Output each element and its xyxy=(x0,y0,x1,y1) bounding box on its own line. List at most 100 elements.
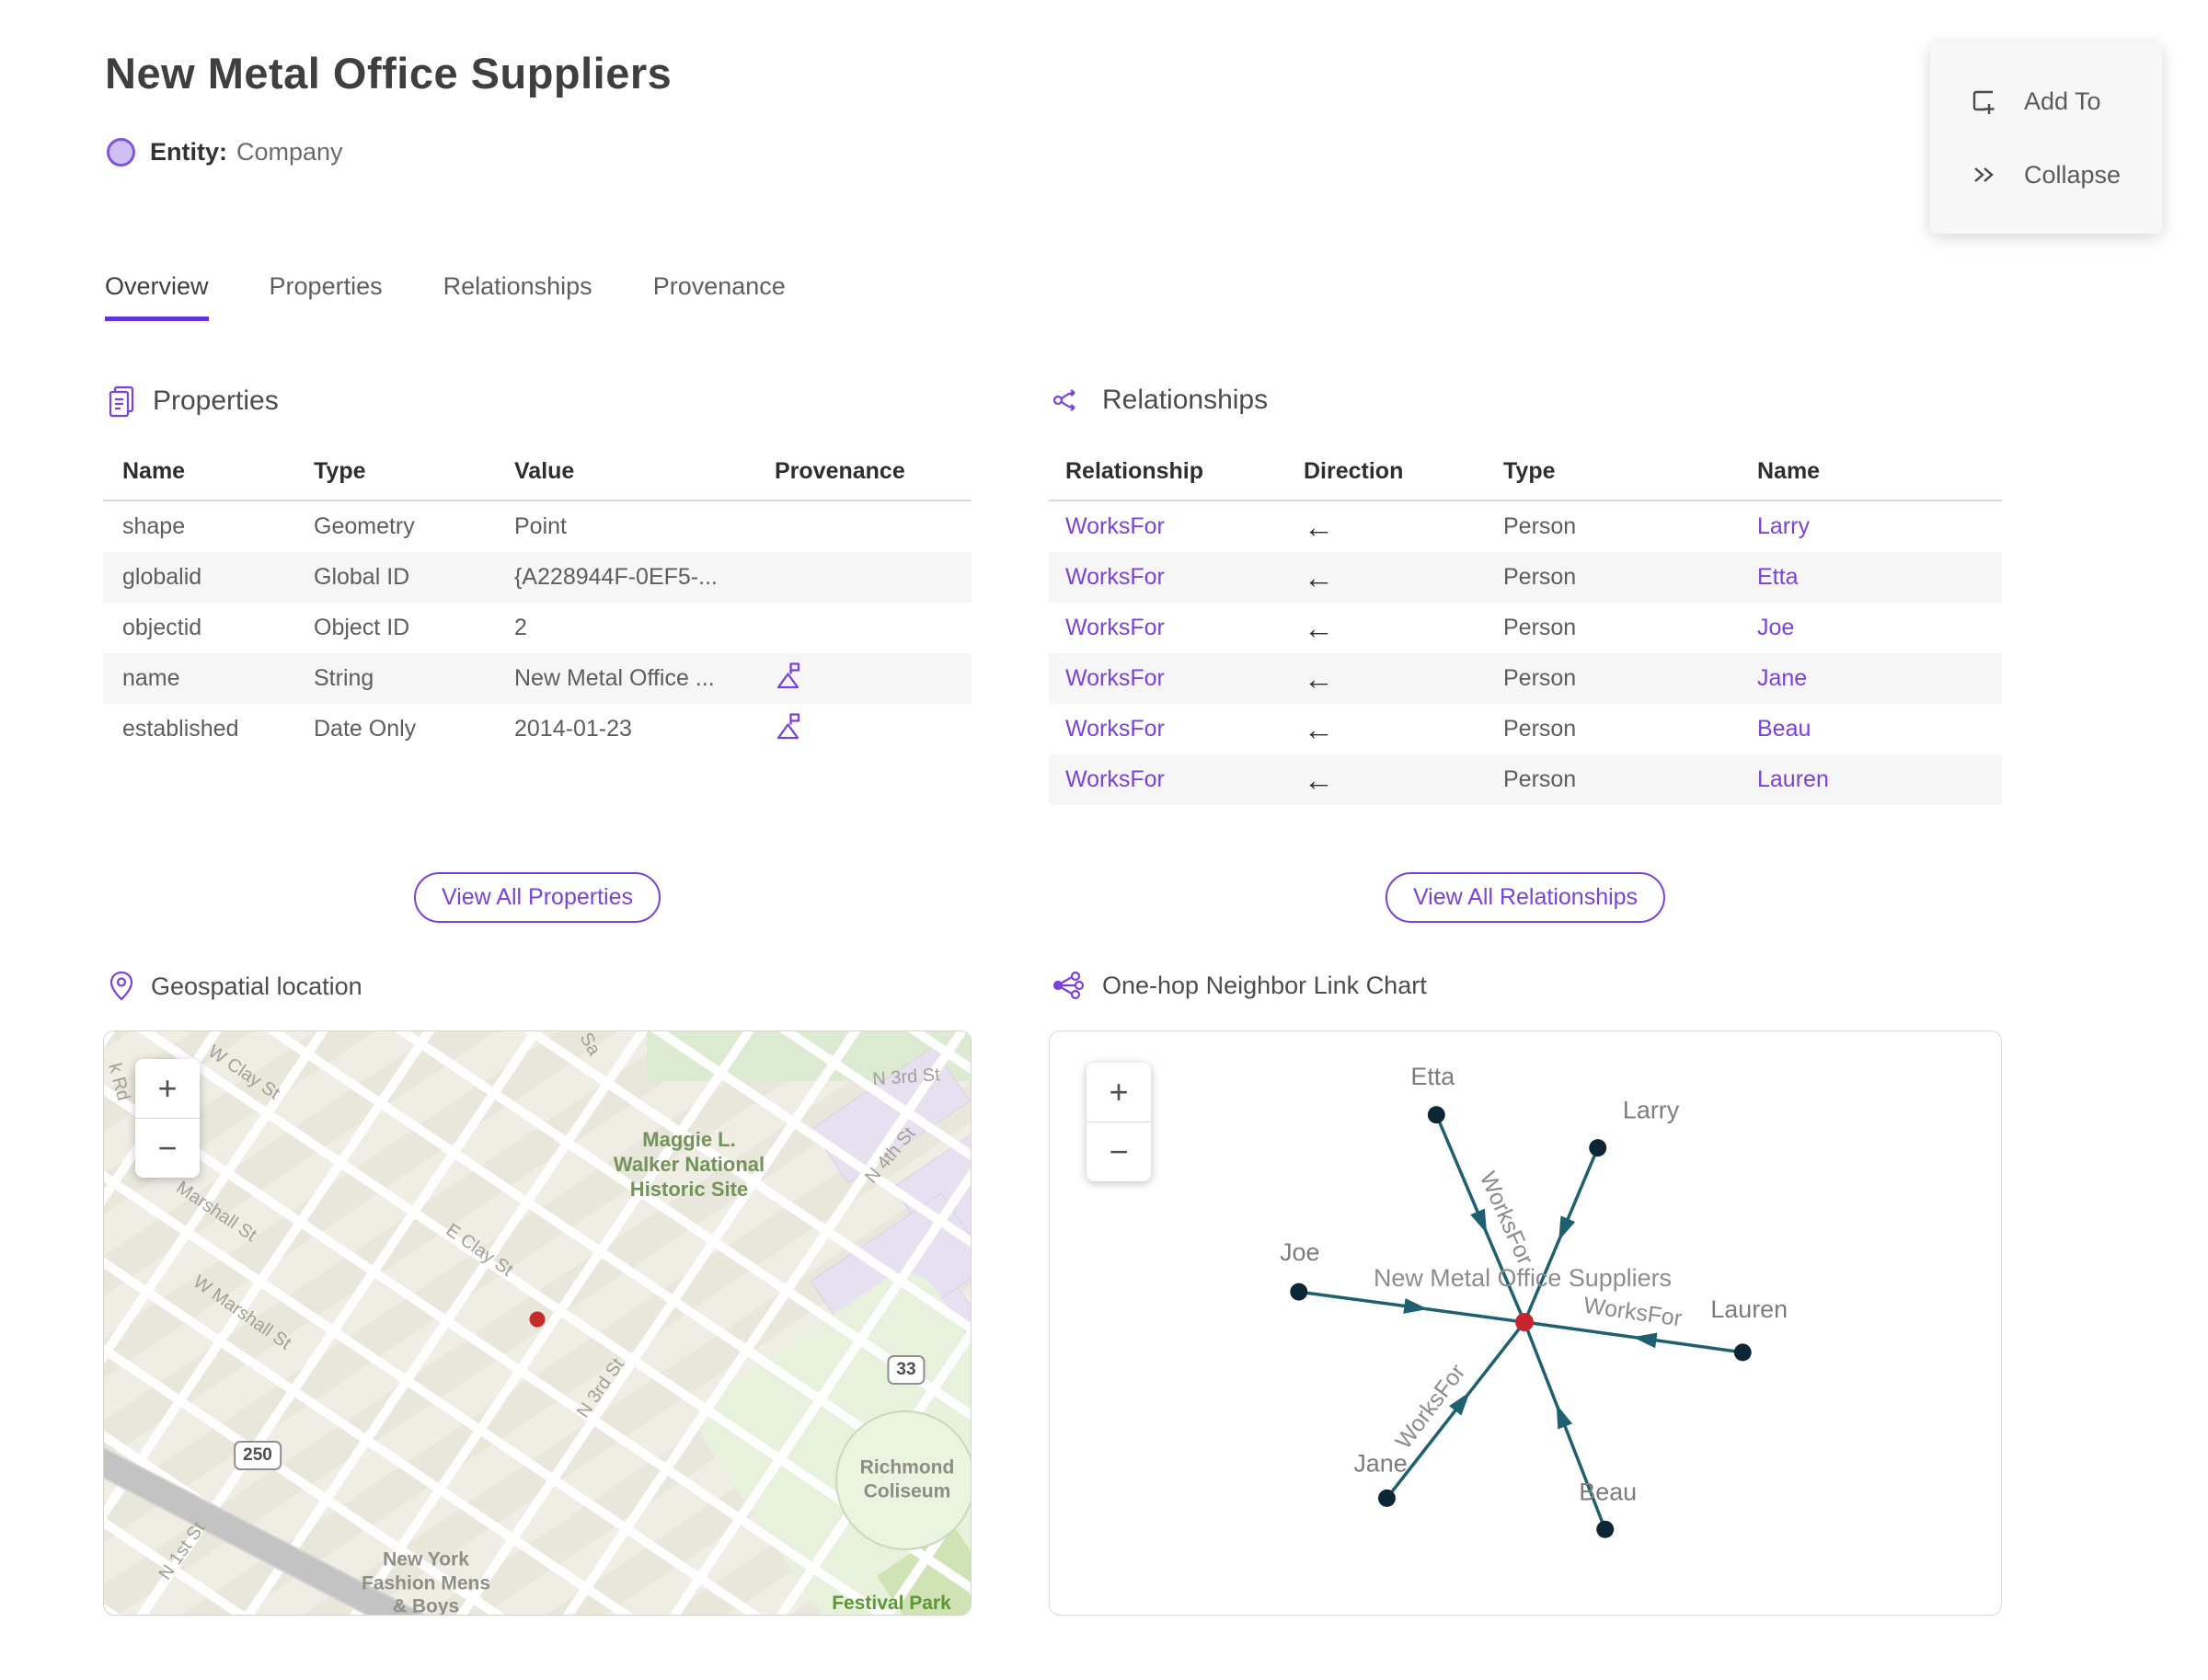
related-entity-link[interactable]: Etta xyxy=(1757,564,1798,590)
one-hop-section-header: One-hop Neighbor Link Chart xyxy=(1052,971,1427,1000)
property-type: Geometry xyxy=(314,513,415,539)
edge-arrowhead xyxy=(1403,1298,1429,1314)
table-row: established Date Only 2014-01-23 xyxy=(103,704,972,754)
add-to-icon xyxy=(1972,91,1995,115)
route-shield: 33 xyxy=(887,1355,926,1385)
person-node[interactable] xyxy=(1290,1283,1308,1301)
geospatial-section-header: Geospatial location xyxy=(109,971,362,1002)
map-zoom-out-button[interactable]: − xyxy=(135,1119,200,1178)
geospatial-map[interactable]: k Rd W Clay St Sa N 3rd St N 4th St Maggie L.… xyxy=(103,1030,972,1616)
page-title: New Metal Office Suppliers xyxy=(105,49,673,98)
relationships-table-header: Relationship Direction Type Name xyxy=(1049,449,2002,501)
provenance-flag-icon[interactable] xyxy=(775,711,803,742)
collapse-label: Collapse xyxy=(2024,160,2122,189)
direction-arrow: ← xyxy=(1304,762,1334,797)
person-node[interactable] xyxy=(1733,1343,1752,1362)
entity-actions-panel: Add To Collapse xyxy=(1930,42,2162,234)
link-chart-canvas[interactable]: WorksForWorksForWorksForEttaLarryJoeLaur… xyxy=(1050,1031,2001,1615)
person-node[interactable] xyxy=(1596,1520,1615,1538)
tab-provenance[interactable]: Provenance xyxy=(653,272,786,321)
properties-table-body: shape Geometry Point globalid Global ID {A228… xyxy=(103,501,972,754)
relationship-link[interactable]: WorksFor xyxy=(1065,564,1165,590)
edge-arrowhead xyxy=(1556,1404,1573,1430)
collapse-button[interactable]: Collapse xyxy=(1969,161,2162,190)
relationships-table-body: WorksFor ← Person Larry WorksFor ← Person Etta W… xyxy=(1049,501,2002,805)
relationship-link[interactable]: WorksFor xyxy=(1065,513,1165,539)
chart-zoom-out-button[interactable]: − xyxy=(1087,1122,1151,1181)
edge-arrowhead xyxy=(1632,1332,1658,1349)
related-entity-link[interactable]: Joe xyxy=(1757,615,1794,640)
edge-label: WorksFor xyxy=(1582,1293,1684,1332)
map-label: Maggie L. Walker National Historic Site xyxy=(613,1127,765,1201)
column-header: Direction xyxy=(1304,458,1404,484)
add-to-button[interactable]: Add To xyxy=(1969,86,2162,116)
table-row: WorksFor ← Person Joe xyxy=(1049,603,2002,653)
relationships-section-header: Relationships xyxy=(1052,385,1268,416)
direction-arrow: ← xyxy=(1304,559,1334,594)
column-header: Type xyxy=(314,458,366,484)
table-row: WorksFor ← Person Etta xyxy=(1049,552,2002,603)
view-all-properties-button[interactable]: View All Properties xyxy=(414,872,661,923)
property-name: objectid xyxy=(122,615,202,640)
relationship-link[interactable]: WorksFor xyxy=(1065,716,1165,742)
related-entity-link[interactable]: Beau xyxy=(1757,716,1811,742)
tabs: Overview Properties Relationships Provenanc… xyxy=(105,272,786,321)
direction-arrow: ← xyxy=(1304,661,1334,696)
related-entity-link[interactable]: Jane xyxy=(1757,665,1807,691)
entity-label: Entity: xyxy=(150,138,227,166)
tab-properties[interactable]: Properties xyxy=(270,272,383,321)
table-row: objectid Object ID 2 xyxy=(103,603,972,653)
property-type: Global ID xyxy=(314,564,410,590)
map-label: New York Fashion Mens & Boys xyxy=(361,1548,491,1616)
property-name: name xyxy=(122,665,180,691)
map-entity-marker[interactable] xyxy=(529,1311,546,1328)
view-all-relationships-button[interactable]: View All Relationships xyxy=(1385,872,1666,923)
relationship-link[interactable]: WorksFor xyxy=(1065,766,1165,792)
entity-type-value: Company xyxy=(236,138,343,166)
property-value: New Metal Office ... xyxy=(514,665,715,691)
tab-overview[interactable]: Overview xyxy=(105,272,209,321)
column-header: Name xyxy=(122,458,186,484)
related-entity-link[interactable]: Lauren xyxy=(1757,766,1829,792)
property-name: globalid xyxy=(122,564,202,590)
property-value: {A228944F-0EF5-... xyxy=(514,564,718,590)
table-row: WorksFor ← Person Lauren xyxy=(1049,754,2002,805)
table-row: shape Geometry Point xyxy=(103,501,972,552)
person-node[interactable] xyxy=(1378,1489,1396,1507)
map-zoom-control: + − xyxy=(135,1059,200,1178)
property-type: Object ID xyxy=(314,615,410,640)
table-row: globalid Global ID {A228944F-0EF5-... xyxy=(103,552,972,603)
direction-arrow: ← xyxy=(1304,610,1334,645)
map-label: Festival Park xyxy=(832,1593,951,1615)
node-label: Larry xyxy=(1623,1097,1680,1124)
property-name: shape xyxy=(122,513,186,539)
relationship-type: Person xyxy=(1503,513,1577,539)
property-provenance xyxy=(775,661,972,697)
person-node[interactable] xyxy=(1427,1106,1445,1124)
relationship-type: Person xyxy=(1503,665,1577,691)
provenance-flag-icon[interactable] xyxy=(775,661,803,691)
map-pin-icon xyxy=(109,971,133,1001)
center-entity-node[interactable] xyxy=(1515,1313,1534,1331)
edge-arrowhead xyxy=(1558,1215,1576,1241)
share-node-graph-icon xyxy=(1052,971,1085,1000)
column-header: Relationship xyxy=(1065,458,1204,484)
related-entity-link[interactable]: Larry xyxy=(1757,513,1810,539)
column-header: Value xyxy=(514,458,575,484)
column-header: Name xyxy=(1757,458,1821,484)
add-to-label: Add To xyxy=(2024,86,2101,115)
tab-relationships[interactable]: Relationships xyxy=(443,272,592,321)
property-value: 2 xyxy=(514,615,527,640)
relationship-link[interactable]: WorksFor xyxy=(1065,665,1165,691)
direction-arrow: ← xyxy=(1304,509,1334,544)
edge-arrowhead xyxy=(1470,1208,1488,1234)
relationship-type: Person xyxy=(1503,716,1577,742)
chart-zoom-control: + − xyxy=(1087,1063,1151,1181)
link-chart-panel[interactable]: WorksFor WorksFor WorksFor Etta Larry Joe Laur… xyxy=(1049,1030,2002,1616)
property-provenance xyxy=(775,711,972,748)
relationship-type: Person xyxy=(1503,564,1577,590)
relationship-link[interactable]: WorksFor xyxy=(1065,615,1165,640)
map-zoom-in-button[interactable]: + xyxy=(135,1059,200,1118)
person-node[interactable] xyxy=(1589,1139,1607,1157)
chart-zoom-in-button[interactable]: + xyxy=(1087,1063,1151,1122)
